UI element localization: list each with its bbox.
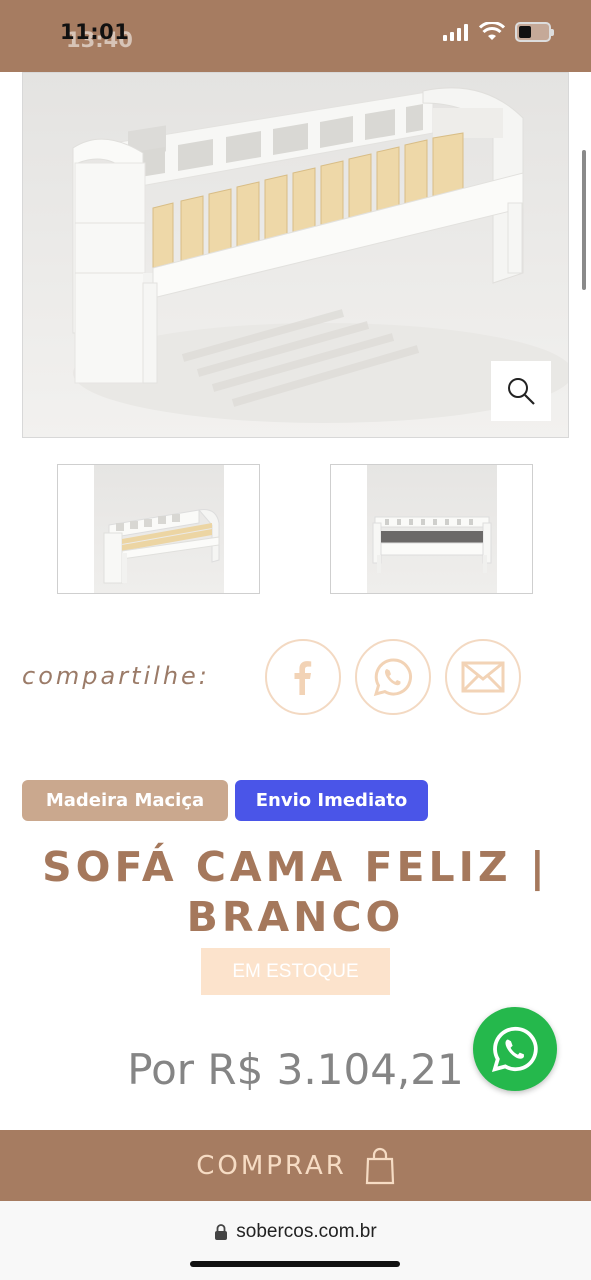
share-facebook-button[interactable] [265,639,341,715]
sofa-bed-illustration [72,87,568,423]
whatsapp-float-icon [491,1026,538,1072]
badge-solid-wood: Madeira Maciça [22,780,228,821]
wifi-icon [479,22,505,40]
signal-icon [443,24,468,41]
thumbnail-sofa-mattress [372,516,492,573]
url-text: sobercos.com.br [236,1221,377,1242]
badge-immediate-shipping: Envio Imediato [235,780,428,821]
browser-address-bar[interactable]: sobercos.com.br [0,1201,591,1280]
product-title-line-1: SOFÁ CAMA FELIZ | [42,843,549,891]
scrollbar[interactable] [582,150,586,290]
thumbnail-sofa-slats [103,509,220,584]
zoom-button[interactable] [491,361,551,421]
share-label: compartilhe: [22,662,210,690]
buy-button-label: COMPRAR [196,1150,347,1181]
lock-icon [215,1224,228,1240]
share-email-button[interactable] [445,639,521,715]
whatsapp-chat-button[interactable] [473,1007,557,1091]
battery-icon [515,22,554,42]
url-display[interactable]: sobercos.com.br [0,1221,591,1243]
buy-button[interactable]: COMPRAR [0,1130,591,1201]
email-icon [461,661,505,693]
facebook-icon [294,661,312,695]
whatsapp-icon [373,658,412,697]
magnifier-icon [508,378,535,405]
thumbnail-2[interactable] [330,464,533,594]
shopping-bag-icon [365,1147,394,1184]
product-title: SOFÁ CAMA FELIZ | BRANCO [20,842,571,942]
product-main-image[interactable] [22,72,569,438]
thumbnail-1[interactable] [57,464,260,594]
share-whatsapp-button[interactable] [355,639,431,715]
stock-status-badge: EM ESTOQUE [201,948,390,995]
product-title-line-2: BRANCO [186,893,405,941]
status-time: 11:01 [60,20,130,44]
status-icons [443,22,554,42]
status-bar: 13:40 11:01 [0,0,591,72]
home-indicator[interactable] [190,1261,400,1267]
